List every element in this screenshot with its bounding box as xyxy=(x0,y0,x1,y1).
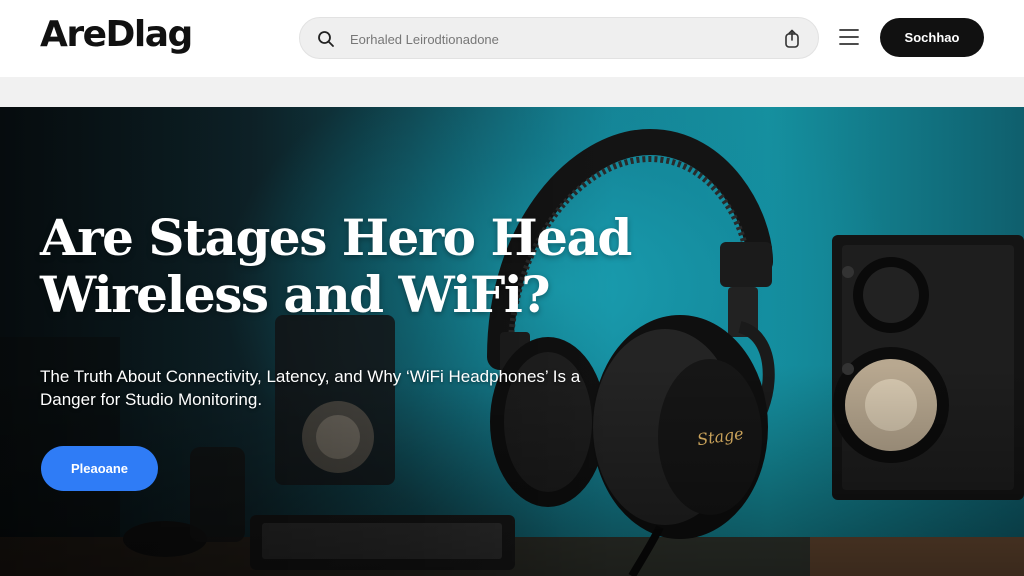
search-icon[interactable] xyxy=(317,30,335,48)
hero-section: Stage Are Stages Hero Head Wireless and … xyxy=(0,107,1024,576)
hero-title: Are Stages Hero Head Wireless and WiFi? xyxy=(40,208,632,324)
header-cta-button[interactable]: Sochhao xyxy=(880,18,984,57)
hero-subtitle: The Truth About Connectivity, Latency, a… xyxy=(40,367,581,409)
hero-bottom-overlay xyxy=(0,107,1024,576)
site-logo[interactable]: AreDlag xyxy=(40,14,193,55)
hamburger-menu-icon[interactable] xyxy=(838,27,860,47)
search-input[interactable] xyxy=(350,26,770,52)
header-divider-band xyxy=(0,77,1024,107)
search-bar[interactable] xyxy=(299,17,819,59)
hero-cta-button[interactable]: Pleaoane xyxy=(41,446,158,491)
share-icon[interactable] xyxy=(783,29,801,49)
site-header: AreDlag Sochhao xyxy=(0,0,1024,77)
